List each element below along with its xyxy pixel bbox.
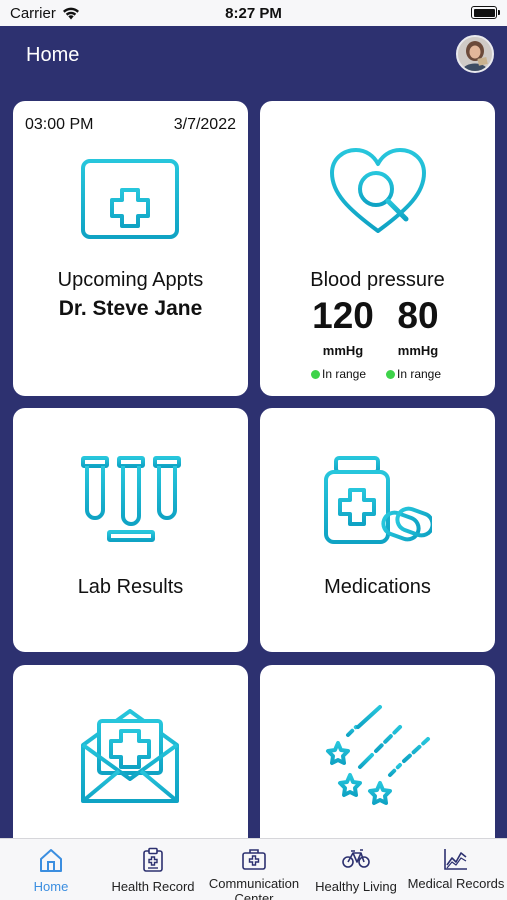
wellness-card[interactable] (260, 665, 495, 855)
blood-pressure-title: Blood pressure (310, 269, 445, 291)
header: Home (0, 26, 507, 92)
heart-search-icon (330, 148, 426, 233)
appointment-date: 3/7/2022 (173, 116, 236, 133)
bicycle-icon (342, 849, 370, 868)
tab-healthy-living[interactable]: Healthy Living (305, 839, 407, 900)
blood-pressure-card[interactable]: Blood pressure 120 80 mmHg mmHg In range… (260, 101, 495, 396)
messages-card[interactable] (13, 665, 248, 855)
status-time: 8:27 PM (225, 5, 282, 22)
status-dot-icon (386, 369, 395, 379)
systolic-status-label: In range (322, 367, 367, 381)
avatar[interactable] (456, 35, 494, 73)
medical-bag-icon (242, 849, 266, 870)
tab-communication-center-label: Communication Center (208, 876, 300, 900)
appointments-card[interactable]: 03:00 PM 3/7/2022 Upcoming Appts Dr. Ste… (13, 101, 248, 396)
medical-envelope-icon (81, 709, 179, 803)
clipboard-icon (143, 847, 163, 872)
status-dot-icon (311, 369, 320, 379)
tab-home-label: Home (33, 879, 69, 894)
appointment-time: 03:00 PM (25, 116, 94, 133)
diastolic-status: In range (386, 367, 441, 381)
tab-home[interactable]: Home (0, 839, 102, 900)
shooting-stars-icon (326, 705, 430, 805)
page-title: Home (26, 44, 80, 66)
lab-results-title: Lab Results (77, 576, 184, 598)
systolic-value: 120 (312, 295, 374, 336)
tab-health-record-label: Health Record (111, 879, 195, 894)
systolic-unit: mmHg (322, 343, 364, 358)
medicine-bottle-icon (324, 456, 432, 544)
calendar-plus-icon (81, 149, 179, 239)
diastolic-value: 80 (397, 295, 439, 336)
tab-healthy-living-label: Healthy Living (315, 879, 397, 894)
tab-medical-records-label: Medical Records (407, 876, 505, 891)
tab-medical-records[interactable]: Medical Records (405, 839, 507, 900)
medications-title: Medications (324, 576, 431, 598)
appointments-title: Upcoming Appts (57, 269, 204, 291)
systolic-status: In range (311, 367, 366, 381)
home-icon (40, 849, 62, 872)
chart-icon (444, 849, 467, 870)
lab-results-card[interactable]: Lab Results (13, 408, 248, 652)
diastolic-unit: mmHg (397, 343, 439, 358)
battery-icon (471, 6, 500, 19)
status-bar: Carrier 8:27 PM (0, 0, 507, 26)
diastolic-status-label: In range (397, 367, 442, 381)
tab-bar: Home Health Record Communication Center … (0, 838, 507, 900)
medications-card[interactable]: Medications (260, 408, 495, 652)
appointment-doctor: Dr. Steve Jane (58, 297, 203, 320)
test-tubes-icon (81, 456, 181, 542)
tab-health-record[interactable]: Health Record (102, 839, 204, 900)
tab-communication-center[interactable]: Communication Center (203, 839, 305, 900)
